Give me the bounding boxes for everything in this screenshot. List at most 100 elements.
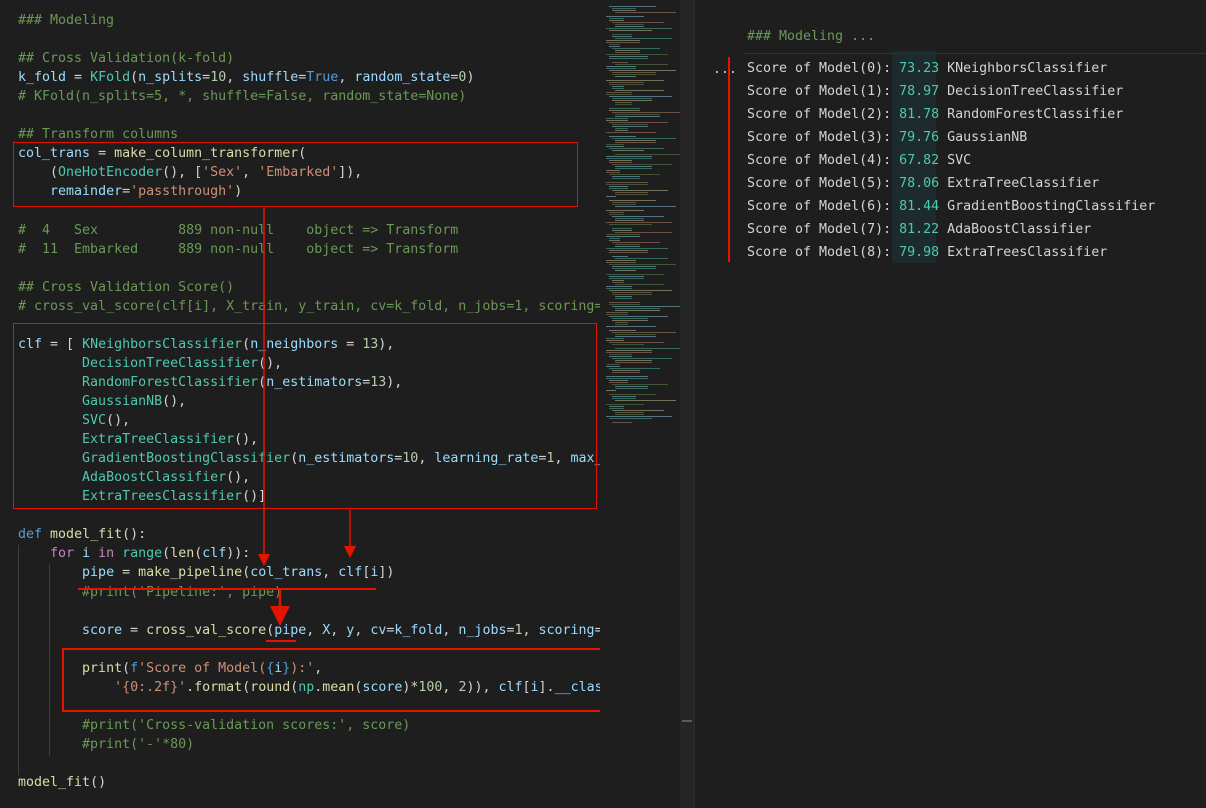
minimap-line <box>612 204 636 205</box>
minimap-line <box>606 390 616 391</box>
minimap-line <box>612 228 632 229</box>
output-row-score: 81.22 <box>899 222 940 237</box>
minimap-line <box>606 378 648 379</box>
minimap-line <box>606 196 616 197</box>
minimap-line <box>612 384 668 385</box>
minimap-line <box>615 140 656 141</box>
minimap-line <box>615 206 676 207</box>
minimap-line <box>609 408 624 409</box>
minimap-line <box>612 318 648 319</box>
minimap-line <box>615 24 644 25</box>
minimap-line <box>615 334 656 335</box>
minimap-line <box>606 352 652 353</box>
output-row-prefix: Score of Model(2): <box>747 107 900 122</box>
minimap-line <box>609 316 668 317</box>
minimap-line <box>609 30 652 31</box>
minimap-line <box>609 58 648 59</box>
minimap-line <box>606 416 672 417</box>
minimap-line <box>606 248 668 249</box>
minimap-line <box>609 356 632 357</box>
minimap-line <box>609 46 620 47</box>
output-row-prefix: Score of Model(5): <box>747 176 900 191</box>
minimap-line <box>615 258 668 259</box>
minimap-line <box>606 236 640 237</box>
minimap-line <box>606 118 628 119</box>
minimap-line <box>615 296 632 297</box>
minimap-line <box>609 84 644 85</box>
minimap-line <box>606 158 652 159</box>
output-row-model-name: SVC <box>947 153 972 168</box>
minimap-line <box>612 126 648 127</box>
minimap-line <box>606 350 652 351</box>
minimap-line <box>612 358 672 359</box>
minimap-line <box>615 246 640 247</box>
minimap-line <box>612 372 640 373</box>
output-row-score: 78.97 <box>899 84 940 99</box>
minimap-line <box>612 86 624 87</box>
minimap-line <box>615 220 644 221</box>
minimap-line <box>606 42 640 43</box>
minimap-line <box>609 110 640 111</box>
minimap-line <box>612 266 656 267</box>
output-row: Score of Model(4): 67.82 SVC <box>747 149 971 172</box>
vertical-scrollbar[interactable] <box>680 0 694 808</box>
output-row-score: 81.44 <box>899 199 940 214</box>
output-row-prefix: Score of Model(1): <box>747 84 900 99</box>
minimap-line <box>612 242 660 243</box>
output-row-score: 79.76 <box>899 130 940 145</box>
minimap-line <box>606 314 628 315</box>
minimap-line <box>615 322 628 323</box>
minimap-line <box>606 376 648 377</box>
minimap-line <box>612 72 656 73</box>
minimap-line <box>609 18 624 19</box>
minimap-line <box>615 414 644 415</box>
output-row: Score of Model(2): 81.78 RandomForestCla… <box>747 103 1123 126</box>
minimap-line <box>615 166 652 167</box>
minimap-line <box>612 164 672 165</box>
minimap-line <box>615 142 656 143</box>
minimap-line <box>609 224 652 225</box>
minimap-line <box>615 64 668 65</box>
minimap-line <box>609 162 632 163</box>
output-row: Score of Model(3): 79.76 GaussianNB <box>747 126 1027 149</box>
output-collapse-ellipsis[interactable]: ... <box>713 62 737 77</box>
minimap-line <box>606 170 620 171</box>
minimap-line <box>612 124 648 125</box>
minimap-line <box>609 290 672 291</box>
output-row-model-name: KNeighborsClassifier <box>947 61 1108 76</box>
minimap-line <box>612 282 624 283</box>
output-row-prefix: Score of Model(8): <box>747 245 900 260</box>
minimap-line <box>615 130 628 131</box>
minimap-line <box>609 276 644 277</box>
minimap-line <box>606 404 644 405</box>
minimap-line <box>615 168 652 169</box>
minimap-line <box>615 154 684 155</box>
output-row-score: 78.06 <box>899 176 940 191</box>
minimap-line <box>609 354 632 355</box>
minimap-line <box>615 50 640 51</box>
minimap-line <box>609 20 624 21</box>
minimap-line <box>615 336 656 337</box>
minimap-line <box>615 400 676 401</box>
minimap[interactable] <box>600 0 684 808</box>
output-row-model-name: GaussianNB <box>947 130 1028 145</box>
minimap-line <box>606 326 656 327</box>
minimap-line <box>615 270 636 271</box>
minimap-line <box>612 10 636 11</box>
minimap-line <box>615 12 676 13</box>
output-row-score: 79.98 <box>899 245 940 260</box>
minimap-line <box>606 286 632 287</box>
minimap-line <box>609 188 628 189</box>
minimap-line <box>606 234 640 235</box>
minimap-line <box>612 292 652 293</box>
minimap-line <box>612 62 628 63</box>
minimap-line <box>615 102 632 103</box>
minimap-line <box>612 280 624 281</box>
minimap-line <box>612 332 676 333</box>
output-header: ### Modeling ... <box>747 29 876 44</box>
minimap-line <box>609 382 628 383</box>
minimap-line <box>606 184 648 185</box>
minimap-line <box>609 122 668 123</box>
output-row-prefix: Score of Model(3): <box>747 130 900 145</box>
minimap-line <box>615 388 648 389</box>
